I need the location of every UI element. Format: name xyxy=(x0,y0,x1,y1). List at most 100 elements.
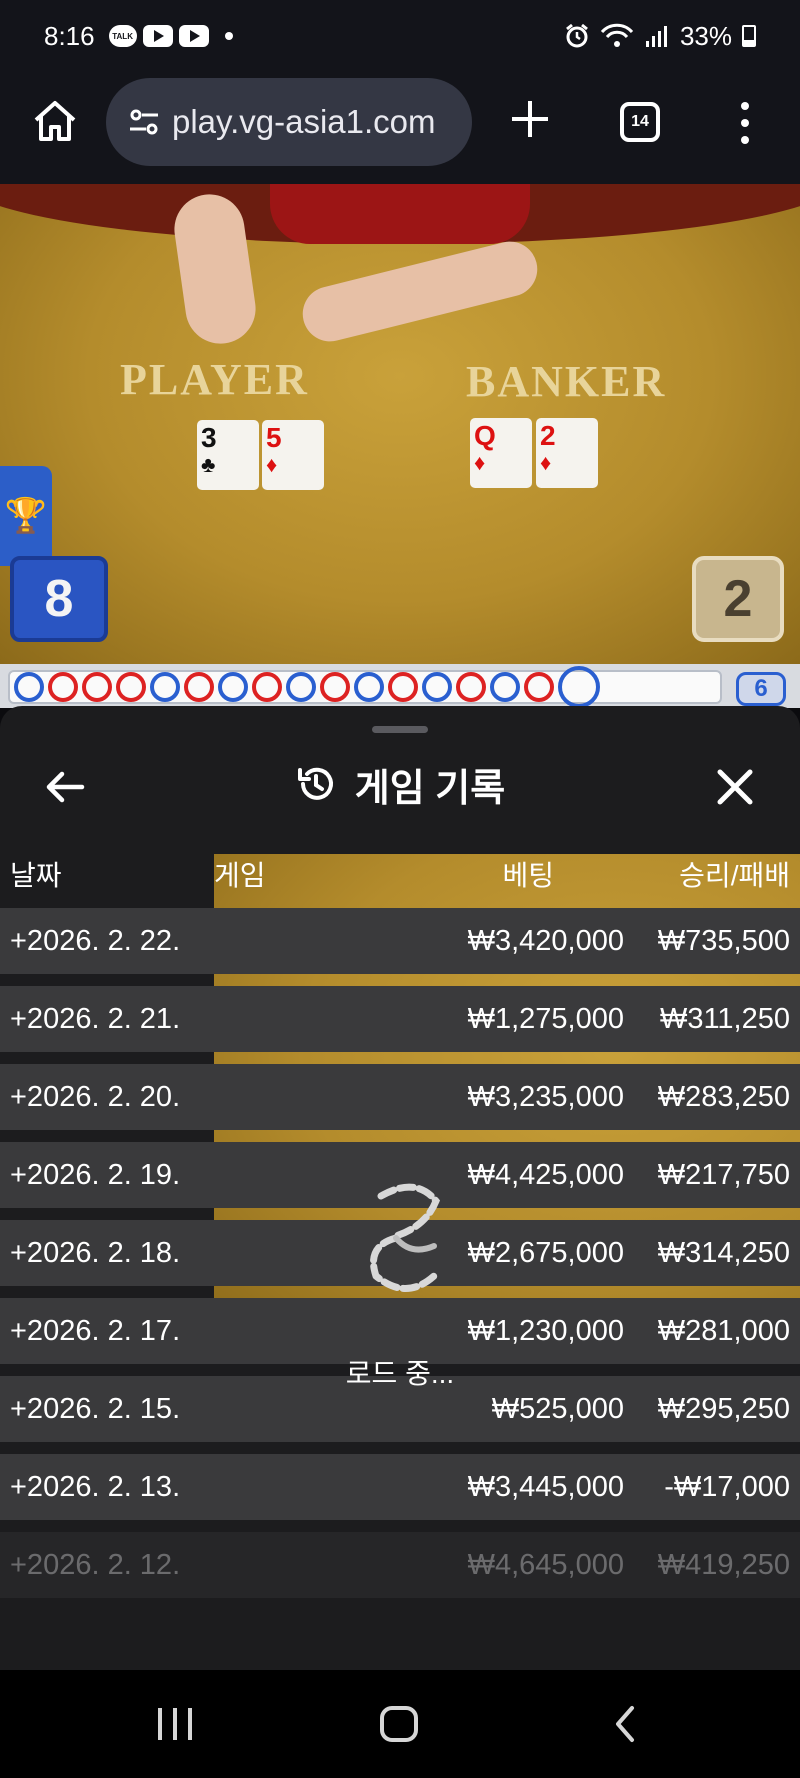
trophy-icon[interactable]: 🏆 xyxy=(0,466,52,566)
row-win-loss: ₩281,000 xyxy=(657,1315,790,1347)
row-bet: ₩2,675,000 xyxy=(467,1237,624,1269)
row-date: +2026. 2. 13. xyxy=(10,1471,181,1503)
more-menu-icon[interactable] xyxy=(730,98,760,148)
row-date: +2026. 2. 20. xyxy=(10,1081,181,1113)
row-date: +2026. 2. 15. xyxy=(10,1393,181,1425)
table-row[interactable]: +2026. 2. 12. ₩4,645,000 ₩419,250 xyxy=(0,1532,800,1598)
row-date: +2026. 2. 19. xyxy=(10,1159,181,1191)
status-right: 33% xyxy=(564,21,756,52)
bead-player xyxy=(14,672,44,702)
row-bet: ₩3,445,000 xyxy=(467,1471,624,1503)
row-date: +2026. 2. 17. xyxy=(10,1315,181,1347)
notification-dot-icon xyxy=(224,32,233,40)
row-date: +2026. 2. 18. xyxy=(10,1237,181,1269)
address-bar[interactable]: play.vg-asia1.com xyxy=(106,78,472,166)
table-row[interactable]: +2026. 2. 13. ₩3,445,000 -₩17,000 xyxy=(0,1454,800,1520)
player-card-1: 3 ♣ xyxy=(197,420,259,490)
row-bet: ₩3,420,000 xyxy=(467,925,624,957)
table-row[interactable]: +2026. 2. 18. ₩2,675,000 ₩314,250 xyxy=(0,1220,800,1286)
drag-handle[interactable] xyxy=(372,726,428,733)
row-win-loss: ₩314,250 xyxy=(657,1237,790,1269)
row-date: +2026. 2. 21. xyxy=(10,1003,181,1035)
bead-banker xyxy=(456,672,486,702)
close-icon[interactable] xyxy=(710,762,760,812)
youtube-icon xyxy=(142,25,173,47)
player-card-2: 5 ♦ xyxy=(262,420,324,490)
row-date: +2026. 2. 22. xyxy=(10,925,181,957)
history-table: +2026. 2. 22. ₩3,420,000 ₩735,500 +2026.… xyxy=(0,908,800,1610)
banker-score: 2 xyxy=(692,556,784,642)
youtube-icon xyxy=(178,25,209,47)
bead-banker xyxy=(320,672,350,702)
player-score: 8 xyxy=(10,556,108,642)
row-win-loss: ₩735,500 xyxy=(657,925,790,957)
site-settings-icon[interactable] xyxy=(124,102,164,142)
table-row[interactable]: +2026. 2. 19. ₩4,425,000 ₩217,750 xyxy=(0,1142,800,1208)
table-row[interactable]: +2026. 2. 15. ₩525,000 ₩295,250 xyxy=(0,1376,800,1442)
column-header-bet: 베팅 xyxy=(502,860,554,891)
table-row[interactable]: +2026. 2. 20. ₩3,235,000 ₩283,250 xyxy=(0,1064,800,1130)
sheet-title: 게임 기록 xyxy=(0,754,800,814)
bead-player xyxy=(354,672,384,702)
bead-road: 6 xyxy=(0,664,800,708)
nav-home-icon[interactable] xyxy=(380,1706,418,1742)
row-date: +2026. 2. 12. xyxy=(10,1549,181,1581)
bead-current xyxy=(558,666,600,708)
alarm-icon xyxy=(566,23,588,48)
banker-card-1: Q ♦ xyxy=(470,418,532,488)
baccarat-video: PLAYER BANKER 3 ♣ 5 ♦ Q ♦ 2 ♦ 🏆 8 2 xyxy=(0,184,800,664)
kakaotalk-icon: TALK xyxy=(108,25,137,47)
signal-icon xyxy=(645,26,667,47)
table-row[interactable]: +2026. 2. 22. ₩3,420,000 ₩735,500 xyxy=(0,908,800,974)
sheet-title-text: 게임 기록 xyxy=(354,767,506,810)
battery-icon xyxy=(742,25,756,47)
player-label: PLAYER xyxy=(120,355,309,404)
history-icon xyxy=(297,767,333,800)
nav-back-icon[interactable] xyxy=(610,1704,640,1744)
row-bet: ₩1,275,000 xyxy=(467,1003,624,1035)
bead-banker xyxy=(116,672,146,702)
bead-player xyxy=(150,672,180,702)
game-history-sheet: 게임 기록 날짜 게임 베팅 승리/패배 +2026. 2. 22. ₩3,42… xyxy=(0,706,800,1670)
row-win-loss: ₩419,250 xyxy=(657,1549,790,1581)
bead-player xyxy=(422,672,452,702)
bead-player xyxy=(286,672,316,702)
road-count-badge: 6 xyxy=(736,672,786,706)
bead-player xyxy=(218,672,248,702)
banker-label: BANKER xyxy=(466,357,667,406)
browser-toolbar: play.vg-asia1.com 14 xyxy=(0,72,800,184)
bead-road-track xyxy=(8,666,722,708)
row-win-loss: ₩295,250 xyxy=(657,1393,790,1425)
recent-apps-icon[interactable] xyxy=(158,1708,192,1740)
row-bet: ₩4,425,000 xyxy=(467,1159,624,1191)
banker-card-2: 2 ♦ xyxy=(536,418,598,488)
status-time: 8:16 xyxy=(44,20,95,51)
url-text: play.vg-asia1.com xyxy=(172,103,436,140)
column-header-date: 날짜 xyxy=(10,860,62,891)
table-row[interactable]: +2026. 2. 17. ₩1,230,000 ₩281,000 xyxy=(0,1298,800,1364)
bead-banker xyxy=(252,672,282,702)
row-win-loss: -₩17,000 xyxy=(664,1471,790,1503)
dealer-hand-right xyxy=(296,235,544,348)
row-bet: ₩3,235,000 xyxy=(467,1081,624,1113)
column-header-win-loss: 승리/패배 xyxy=(679,860,790,891)
dealer-dress xyxy=(270,184,530,244)
row-win-loss: ₩217,750 xyxy=(657,1159,790,1191)
system-nav-bar xyxy=(0,1670,800,1778)
bead-banker xyxy=(48,672,78,702)
bead-player xyxy=(490,672,520,702)
bead-banker xyxy=(184,672,214,702)
status-bar: 8:16 TALK 33% xyxy=(0,0,800,72)
bead-banker xyxy=(524,672,554,702)
table-row[interactable]: +2026. 2. 21. ₩1,275,000 ₩311,250 xyxy=(0,986,800,1052)
battery-percent: 33% xyxy=(679,20,732,51)
row-win-loss: ₩311,250 xyxy=(659,1003,790,1035)
row-bet: ₩1,230,000 xyxy=(467,1315,624,1347)
home-icon[interactable] xyxy=(30,96,80,146)
new-tab-icon[interactable] xyxy=(505,94,555,144)
tab-switcher-button[interactable]: 14 xyxy=(620,102,660,142)
row-bet: ₩4,645,000 xyxy=(467,1549,624,1581)
bead-banker xyxy=(388,672,418,702)
row-win-loss: ₩283,250 xyxy=(657,1081,790,1113)
row-bet: ₩525,000 xyxy=(491,1393,624,1425)
